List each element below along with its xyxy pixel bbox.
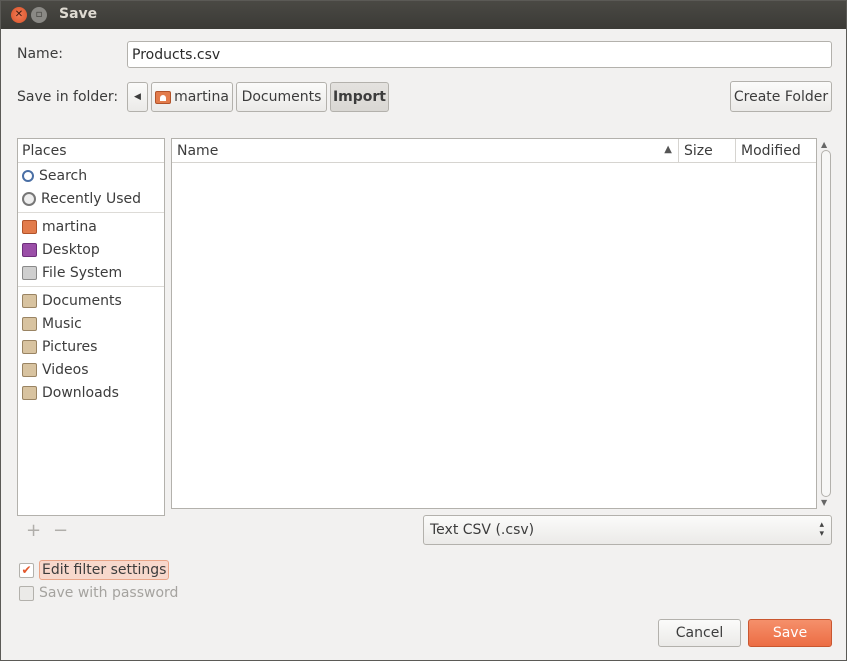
titlebar: ✕ ▫ Save — [1, 1, 846, 29]
sidebar-item-recently-used[interactable]: Recently Used — [18, 187, 164, 210]
sidebar-item-martina[interactable]: martina — [18, 215, 164, 238]
sidebar-item-label: Music — [42, 315, 82, 332]
file-list[interactable]: Name ▲ Size Modified — [171, 138, 817, 509]
save-button[interactable]: Save — [748, 619, 832, 647]
save-password-checkbox — [19, 585, 34, 601]
file-type-value: Text CSV (.csv) — [430, 522, 535, 538]
file-list-scrollbar[interactable]: ▲ ▼ — [819, 138, 833, 509]
column-header-name[interactable]: Name ▲ — [172, 139, 679, 163]
crumb-import-button[interactable]: Import — [330, 82, 389, 112]
sidebar-item-label: Desktop — [42, 241, 100, 258]
downloads-folder-icon — [22, 385, 37, 400]
maximize-icon[interactable]: ▫ — [31, 7, 47, 23]
column-header-modified[interactable]: Modified — [736, 139, 818, 163]
sidebar-divider — [18, 286, 164, 287]
sidebar-item-file-system[interactable]: File System — [18, 261, 164, 284]
sidebar-item-label: martina — [42, 218, 97, 235]
documents-folder-icon — [22, 293, 37, 308]
edit-filter-label: Edit filter settings — [39, 560, 170, 580]
sidebar-item-label: Downloads — [42, 384, 119, 401]
crumb-label: Import — [332, 89, 387, 105]
sidebar-item-label: Documents — [42, 292, 122, 309]
sidebar-item-label: Search — [39, 167, 88, 184]
save-dialog: ✕ ▫ Save Name: Save in folder: ◀ martina… — [0, 0, 847, 661]
name-input[interactable] — [127, 41, 832, 68]
arrow-left-icon: ◀ — [134, 92, 141, 102]
search-icon — [22, 169, 34, 182]
crumb-label: martina — [174, 89, 229, 105]
create-folder-button[interactable]: Create Folder — [730, 81, 832, 112]
sidebar-item-videos[interactable]: Videos — [18, 358, 164, 381]
videos-folder-icon — [22, 362, 37, 377]
sidebar-item-label: Recently Used — [41, 190, 142, 207]
sidebar-item-pictures[interactable]: Pictures — [18, 335, 164, 358]
column-label: Name — [177, 143, 219, 159]
window-title: Save — [59, 6, 98, 22]
home-folder-icon — [155, 90, 172, 104]
drive-icon — [22, 265, 37, 280]
save-password-label: Save with password — [39, 585, 179, 601]
home-folder-icon — [22, 219, 37, 234]
close-icon[interactable]: ✕ — [11, 7, 27, 23]
sidebar-item-label: File System — [42, 264, 123, 281]
pictures-folder-icon — [22, 339, 37, 354]
crumb-martina-button[interactable]: martina — [151, 82, 233, 112]
crumb-label: Documents — [241, 89, 322, 105]
save-in-folder-label: Save in folder: — [17, 89, 119, 105]
sort-ascending-icon: ▲ — [664, 144, 672, 155]
sidebar-item-label: Videos — [42, 361, 89, 378]
remove-place-icon[interactable]: − — [53, 520, 68, 541]
clock-icon — [22, 191, 36, 206]
updown-arrows-icon: ▴ ▾ — [819, 520, 824, 539]
crumb-documents-button[interactable]: Documents — [236, 82, 327, 112]
file-type-select[interactable]: Text CSV (.csv) ▴ ▾ — [423, 515, 832, 545]
file-list-header: Name ▲ Size Modified — [172, 139, 816, 163]
music-folder-icon — [22, 316, 37, 331]
save-password-option: Save with password — [19, 585, 178, 601]
sidebar-divider — [18, 212, 164, 213]
sidebar-item-desktop[interactable]: Desktop — [18, 238, 164, 261]
path-back-button[interactable]: ◀ — [127, 82, 148, 112]
add-place-icon[interactable]: + — [26, 520, 41, 541]
desktop-icon — [22, 242, 37, 257]
edit-filter-checkbox[interactable]: ✔ — [19, 562, 34, 578]
places-sidebar: Places Search Recently Used martina Desk… — [17, 138, 165, 516]
sidebar-item-downloads[interactable]: Downloads — [18, 381, 164, 404]
scroll-down-icon[interactable]: ▼ — [821, 498, 827, 507]
sidebar-item-label: Pictures — [42, 338, 98, 355]
scrollbar-track[interactable] — [821, 150, 831, 497]
cancel-button[interactable]: Cancel — [658, 619, 741, 647]
sidebar-item-music[interactable]: Music — [18, 312, 164, 335]
sidebar-item-search[interactable]: Search — [18, 164, 164, 187]
name-label: Name: — [17, 46, 64, 62]
column-header-size[interactable]: Size — [679, 139, 736, 163]
places-header: Places — [18, 139, 164, 163]
sidebar-item-documents[interactable]: Documents — [18, 289, 164, 312]
scroll-up-icon[interactable]: ▲ — [821, 140, 827, 149]
edit-filter-option[interactable]: ✔ Edit filter settings — [19, 560, 170, 580]
